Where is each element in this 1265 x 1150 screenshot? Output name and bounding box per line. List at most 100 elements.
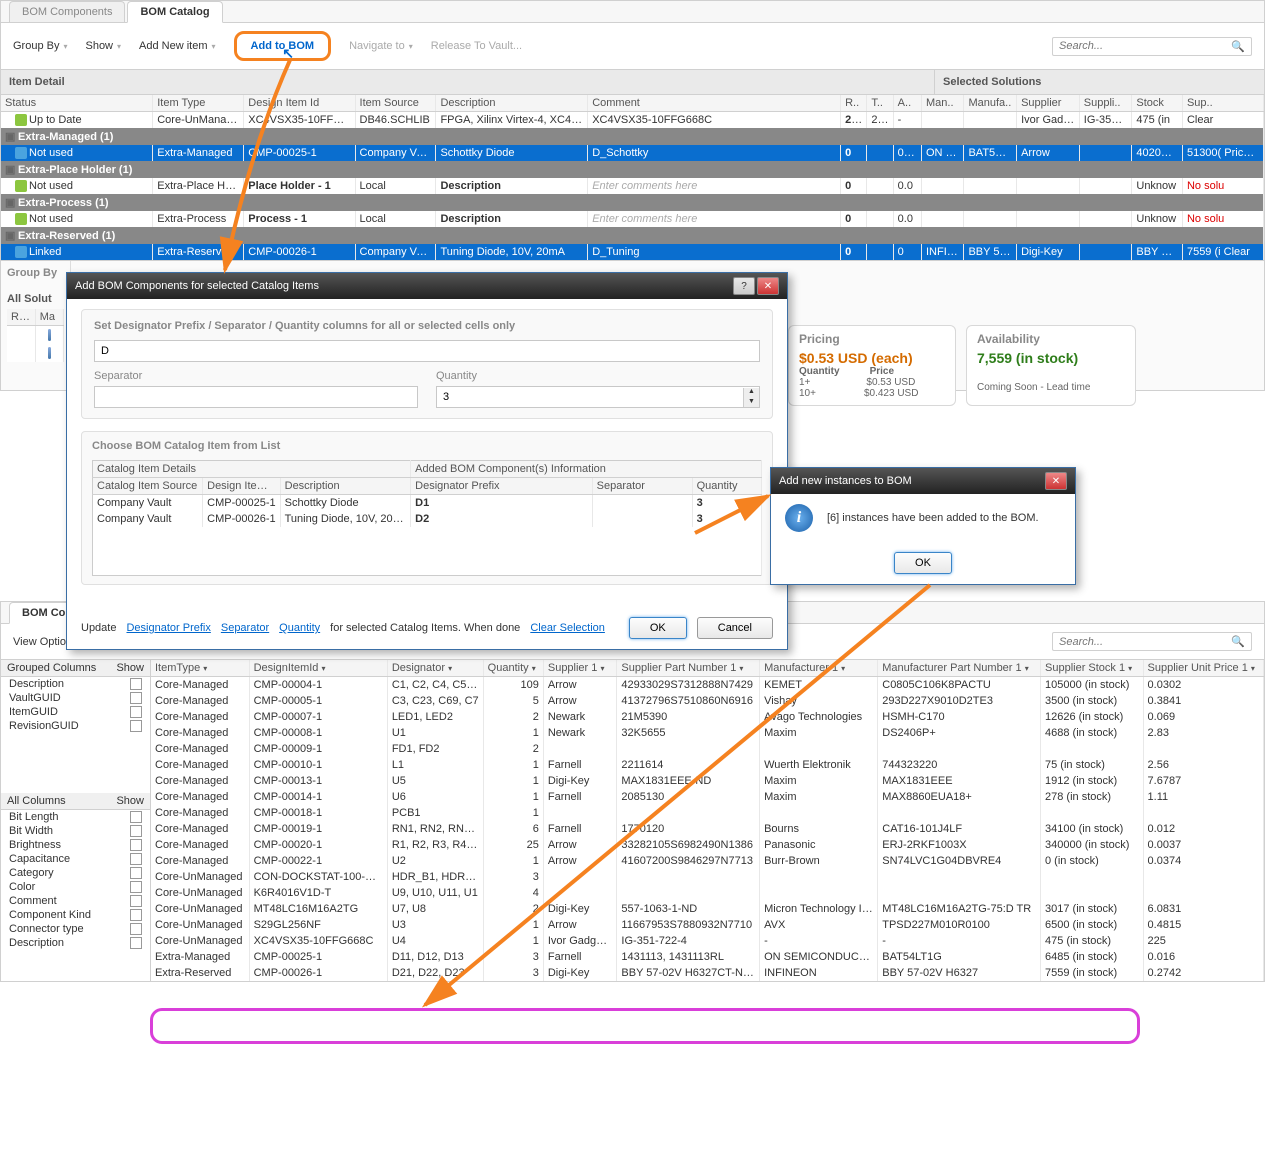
column-header[interactable]: Item Source	[355, 95, 436, 112]
table-cell[interactable]: U6	[387, 789, 483, 805]
separator-input[interactable]	[94, 386, 418, 408]
table-cell[interactable]: Linked	[1, 244, 153, 260]
table-cell[interactable]	[1143, 885, 1263, 901]
table-cell[interactable]: DS2406P+	[878, 725, 1041, 741]
table-cell[interactable]	[617, 805, 760, 821]
table-cell[interactable]	[878, 805, 1041, 821]
table-cell[interactable]: 1	[483, 805, 543, 821]
table-cell[interactable]: 2	[483, 901, 543, 917]
all-column-item[interactable]: Color	[1, 880, 150, 894]
table-cell[interactable]: Farnell	[543, 789, 617, 805]
table-cell[interactable]	[1143, 805, 1263, 821]
separator-link[interactable]: Separator	[221, 622, 269, 634]
table-cell[interactable]: 225	[1143, 933, 1263, 949]
table-cell[interactable]: 6.0831	[1143, 901, 1263, 917]
table-cell[interactable]	[878, 741, 1041, 757]
table-cell[interactable]: 0.069	[1143, 709, 1263, 725]
column-header[interactable]: Manufa..	[964, 95, 1017, 112]
table-cell[interactable]: 475 (in stock)	[1041, 933, 1144, 949]
search-input[interactable]	[1059, 636, 1231, 648]
table-cell[interactable]: CMP-00019-1	[249, 821, 387, 837]
table-cell[interactable]: Extra-Managed	[151, 949, 249, 965]
table-cell[interactable]: Core-UnManaged	[151, 869, 249, 885]
table-cell[interactable]: Extra-Process	[153, 211, 244, 227]
table-cell[interactable]: 25	[483, 837, 543, 853]
table-cell[interactable]: D_Schottky	[588, 145, 841, 161]
table-cell[interactable]: Extra-Place Holder	[153, 178, 244, 194]
table-cell[interactable]	[1143, 741, 1263, 757]
column-header[interactable]: Item Type	[153, 95, 244, 112]
table-cell[interactable]: Digi-Key	[1017, 244, 1080, 260]
table-cell[interactable]: 75 (in stock)	[1041, 757, 1144, 773]
table-cell[interactable]: Micron Technology Inc	[760, 901, 878, 917]
table-cell[interactable]: BAT54LT1G	[878, 949, 1041, 965]
table-cell[interactable]: Bourns	[760, 821, 878, 837]
table-cell[interactable]: 0.012	[1143, 821, 1263, 837]
table-cell[interactable]: Newark	[543, 709, 617, 725]
table-cell[interactable]: 51300( Price ta	[1182, 145, 1263, 161]
table-cell[interactable]: U5	[387, 773, 483, 789]
group-by-menu[interactable]: Group By▾	[13, 40, 67, 52]
column-header[interactable]: Quantity	[692, 478, 761, 495]
table-cell[interactable]: Ivor Gadget	[1017, 112, 1080, 129]
table-cell[interactable]: No solu	[1182, 178, 1263, 194]
table-cell[interactable]: 290	[841, 112, 867, 129]
table-cell[interactable]	[592, 511, 692, 527]
table-cell[interactable]: 7559 (i Clear	[1182, 244, 1263, 260]
column-header[interactable]: Man..	[921, 95, 963, 112]
table-cell[interactable]: 7.6787	[1143, 773, 1263, 789]
table-cell[interactable]: 109	[483, 677, 543, 694]
table-cell[interactable]: Core-Managed	[151, 773, 249, 789]
table-cell[interactable]: 3	[483, 965, 543, 981]
table-cell[interactable]: D2	[411, 511, 593, 527]
table-cell[interactable]: Farnell	[543, 821, 617, 837]
table-cell[interactable]: 41372796S7510860N6916	[617, 693, 760, 709]
table-cell[interactable]	[867, 145, 893, 161]
all-column-item[interactable]: Connector type	[1, 922, 150, 936]
table-cell[interactable]: 475 (in	[1132, 112, 1183, 129]
column-header[interactable]: Catalog Item Source	[93, 478, 203, 495]
table-cell[interactable]: 293D227X9010D2TE3	[878, 693, 1041, 709]
table-cell[interactable]: Maxim	[760, 773, 878, 789]
table-cell[interactable]: MT48LC16M16A2TG	[249, 901, 387, 917]
column-header[interactable]: Design Item Id	[244, 95, 355, 112]
table-cell[interactable]: 0.0	[893, 211, 921, 227]
table-cell[interactable]: 2085130	[617, 789, 760, 805]
table-cell[interactable]: Schottky Diode	[436, 145, 588, 161]
table-cell[interactable]	[921, 211, 963, 227]
search-box[interactable]: 🔍	[1052, 632, 1252, 651]
table-cell[interactable]	[1079, 178, 1132, 194]
table-cell[interactable]: IG-351-72	[1079, 112, 1132, 129]
table-cell[interactable]: No solu	[1182, 211, 1263, 227]
table-cell[interactable]: CMP-00026-1	[249, 965, 387, 981]
table-cell[interactable]	[1079, 244, 1132, 260]
table-cell[interactable]: Description	[436, 211, 588, 227]
table-cell[interactable]	[1017, 211, 1080, 227]
table-cell[interactable]	[543, 805, 617, 821]
clear-selection-link[interactable]: Clear Selection	[530, 622, 605, 634]
table-cell[interactable]: C3, C23, C69, C7	[387, 693, 483, 709]
table-cell[interactable]: 33282105S6982490N1386	[617, 837, 760, 853]
table-cell[interactable]: Arrow	[543, 837, 617, 853]
table-cell[interactable]: SN74LVC1G04DBVRE4	[878, 853, 1041, 869]
column-header[interactable]: Suppli..	[1079, 95, 1132, 112]
table-cell[interactable]: CMP-00026-1	[203, 511, 281, 527]
table-cell[interactable]	[964, 178, 1017, 194]
table-cell[interactable]: D_Tuning	[588, 244, 841, 260]
column-header[interactable]: Supplier Stock 1 ▾	[1041, 660, 1144, 677]
table-cell[interactable]: 0.0374	[1143, 853, 1263, 869]
search-input[interactable]	[1059, 40, 1231, 52]
info-ok-button[interactable]: OK	[894, 552, 952, 574]
table-cell[interactable]: CMP-00026-1	[244, 244, 355, 260]
table-cell[interactable]: Arrow	[1017, 145, 1080, 161]
table-cell[interactable]: XC4VSX35-10FFG668C	[249, 933, 387, 949]
table-cell[interactable]: FD1, FD2	[387, 741, 483, 757]
table-cell[interactable]: Arrow	[543, 853, 617, 869]
table-cell[interactable]: 1	[483, 773, 543, 789]
table-cell[interactable]: Unknow	[1132, 211, 1183, 227]
table-cell[interactable]	[1041, 741, 1144, 757]
rank-col[interactable]: Rank	[7, 309, 35, 326]
table-cell[interactable]	[964, 211, 1017, 227]
table-cell[interactable]	[878, 869, 1041, 885]
table-cell[interactable]: 12626 (in stock)	[1041, 709, 1144, 725]
